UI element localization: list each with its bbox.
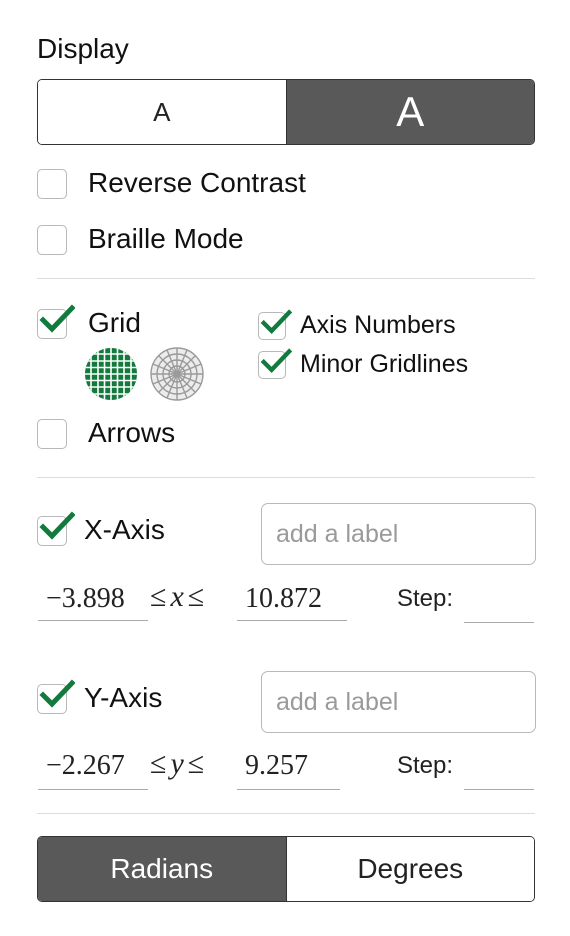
y-variable: y — [170, 747, 184, 780]
divider — [37, 477, 535, 478]
divider — [37, 278, 535, 279]
checkmark-icon — [39, 679, 75, 708]
arrows-label: Arrows — [88, 417, 176, 448]
minor-gridlines-label: Minor Gridlines — [300, 350, 469, 378]
reverse-contrast-checkbox[interactable] — [37, 169, 67, 199]
divider — [37, 813, 535, 814]
reverse-contrast-label: Reverse Contrast — [88, 167, 306, 198]
arrows-checkbox[interactable] — [37, 419, 67, 449]
checkmark-icon — [39, 511, 75, 540]
x-axis-label-input[interactable] — [261, 503, 536, 565]
grid-label: Grid — [88, 307, 141, 338]
relation-symbol: ≤ — [187, 747, 205, 780]
checkmark-icon — [260, 348, 292, 374]
x-variable: x — [170, 580, 184, 613]
relation-symbol: ≤ — [150, 747, 167, 780]
x-step-input[interactable] — [464, 588, 534, 623]
y-step-label: Step: — [397, 752, 454, 779]
polar-grid-icon[interactable] — [148, 347, 206, 401]
x-step-label: Step: — [397, 585, 454, 612]
y-axis-label-input[interactable] — [261, 671, 536, 733]
radians-button[interactable]: Radians — [38, 837, 286, 901]
minor-gridlines-checkbox[interactable] — [258, 348, 292, 379]
x-range-relation: ≤ x ≤ — [150, 580, 204, 614]
small-text-button[interactable]: A — [38, 80, 286, 144]
angle-mode-toggle: Radians Degrees — [37, 836, 535, 902]
x-max-input[interactable]: 10.872 — [237, 583, 347, 621]
checkmark-icon — [260, 309, 292, 335]
braille-mode-label: Braille Mode — [88, 223, 244, 254]
cartesian-grid-icon[interactable] — [84, 347, 138, 401]
y-range-relation: ≤ y ≤ — [150, 747, 204, 781]
axis-numbers-label: Axis Numbers — [300, 311, 456, 339]
y-axis-label: Y-Axis — [84, 682, 163, 713]
x-min-input[interactable]: −3.898 — [38, 583, 148, 621]
x-axis-checkbox[interactable] — [37, 511, 75, 546]
braille-mode-checkbox[interactable] — [37, 225, 67, 255]
degrees-button[interactable]: Degrees — [285, 837, 534, 901]
relation-symbol: ≤ — [150, 580, 167, 613]
display-title: Display — [37, 33, 129, 64]
y-axis-checkbox[interactable] — [37, 679, 75, 714]
large-text-button[interactable]: A — [285, 80, 534, 144]
y-max-input[interactable]: 9.257 — [237, 750, 340, 790]
y-step-input[interactable] — [464, 755, 534, 790]
y-min-input[interactable]: −2.267 — [38, 750, 148, 790]
axis-numbers-checkbox[interactable] — [258, 309, 292, 340]
x-axis-label: X-Axis — [84, 514, 165, 545]
text-size-toggle: A A — [37, 79, 535, 145]
checkmark-icon — [39, 304, 75, 333]
grid-checkbox[interactable] — [37, 304, 75, 339]
relation-symbol: ≤ — [187, 580, 205, 613]
